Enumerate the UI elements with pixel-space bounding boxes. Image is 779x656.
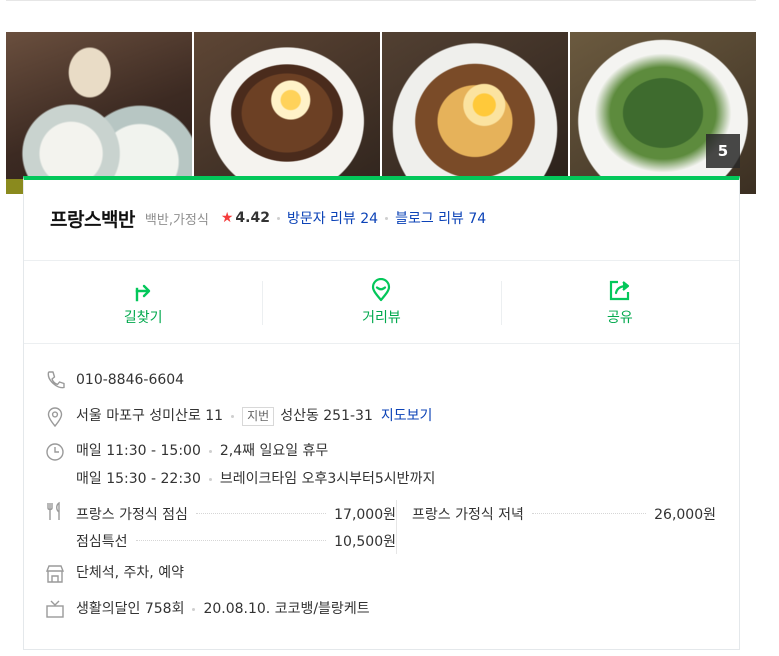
photo-edge-strip bbox=[6, 179, 24, 194]
menu-name: 프랑스 가정식 점심 bbox=[76, 506, 188, 523]
separator-dot bbox=[231, 414, 235, 418]
menu-column: 프랑스 가정식 점심 17,000원 점심특선 10,500원 bbox=[76, 500, 396, 554]
menu-item: 프랑스 가정식 점심 17,000원 bbox=[76, 500, 396, 527]
menu-price: 10,500원 bbox=[334, 533, 396, 550]
share-button[interactable]: 공유 bbox=[500, 261, 739, 343]
menu-price: 17,000원 bbox=[334, 506, 396, 523]
place-name[interactable]: 프랑스백반 bbox=[50, 205, 135, 232]
menu-price: 26,000원 bbox=[654, 506, 716, 523]
amenities-text: 단체석, 주차, 예약 bbox=[76, 565, 184, 581]
menu-row: 프랑스 가정식 점심 17,000원 점심특선 10,500원 프랑스 가정식 … bbox=[44, 500, 724, 563]
amenities-row: 단체석, 주차, 예약 bbox=[44, 563, 724, 599]
hours-row: 매일 11:30 - 15:00 2,4째 일요일 휴무 매일 15:30 - 2… bbox=[44, 441, 724, 504]
star-icon: ★ bbox=[220, 210, 234, 226]
photo-galette-closeup[interactable] bbox=[382, 32, 568, 194]
title-row: 프랑스백반 백반,가정식 ★ 4.42 방문자 리뷰 24 블로그 리뷰 74 bbox=[50, 205, 486, 232]
phone-row: 010-8846-6604 bbox=[44, 370, 724, 406]
place-category: 백반,가정식 bbox=[144, 212, 209, 228]
menu-item: 프랑스 가정식 저녁 26,000원 bbox=[412, 500, 716, 527]
street-view-icon bbox=[372, 277, 391, 301]
tv-row: 생활의달인 758회 20.08.10. 코코뱅/블랑케트 bbox=[44, 599, 724, 629]
hours-line: 매일 11:30 - 15:00 2,4째 일요일 휴무 bbox=[76, 441, 724, 461]
hours-time: 매일 15:30 - 22:30 bbox=[76, 471, 201, 487]
share-icon bbox=[609, 280, 629, 300]
menu-column: 프랑스 가정식 저녁 26,000원 bbox=[396, 500, 716, 554]
phone-number[interactable]: 010-8846-6604 bbox=[76, 370, 724, 390]
street-view-label: 거리뷰 bbox=[362, 309, 401, 326]
visitor-review-link[interactable]: 방문자 리뷰 24 bbox=[287, 208, 378, 228]
address-row: 서울 마포구 성미산로 11 지번 성산동 251-31 지도보기 bbox=[44, 406, 724, 441]
road-address: 서울 마포구 성미산로 11 bbox=[76, 408, 224, 424]
info-section: 010-8846-6604 서울 마포구 성미산로 11 지번 성산동 251-31… bbox=[44, 370, 724, 629]
photo-count-badge[interactable]: 5 bbox=[706, 134, 740, 168]
separator-dot bbox=[385, 216, 389, 220]
separator-dot bbox=[208, 449, 212, 453]
clock-icon bbox=[44, 441, 66, 463]
jibun-address: 성산동 251-31 bbox=[280, 408, 373, 424]
separator-dot bbox=[208, 477, 212, 481]
tv-icon bbox=[44, 599, 66, 621]
menu-item: 점심특선 10,500원 bbox=[76, 527, 396, 554]
share-label: 공유 bbox=[606, 309, 633, 326]
place-card: 프랑스백반 백반,가정식 ★ 4.42 방문자 리뷰 24 블로그 리뷰 74 … bbox=[23, 176, 740, 650]
tv-show[interactable]: 생활의달인 758회 bbox=[76, 601, 184, 617]
photo-salad[interactable] bbox=[6, 32, 192, 194]
separator-dot bbox=[192, 607, 196, 611]
phone-icon bbox=[44, 370, 66, 392]
street-view-button[interactable]: 거리뷰 bbox=[262, 261, 500, 343]
menu-leader bbox=[195, 513, 327, 514]
fork-knife-icon bbox=[44, 500, 66, 522]
menu-leader bbox=[135, 540, 327, 541]
jibun-tag: 지번 bbox=[242, 407, 275, 426]
top-divider bbox=[6, 0, 756, 1]
directions-button[interactable]: 길찾기 bbox=[24, 261, 262, 343]
rating-value: 4.42 bbox=[235, 210, 270, 226]
menu-list: 프랑스 가정식 점심 17,000원 점심특선 10,500원 프랑스 가정식 … bbox=[76, 500, 724, 554]
menu-leader bbox=[531, 513, 647, 514]
menu-name: 점심특선 bbox=[76, 533, 128, 550]
directions-label: 길찾기 bbox=[123, 309, 163, 326]
blog-review-link[interactable]: 블로그 리뷰 74 bbox=[395, 208, 486, 228]
hours-note: 2,4째 일요일 휴무 bbox=[219, 443, 329, 459]
menu-name: 프랑스 가정식 저녁 bbox=[412, 506, 524, 523]
photo-strip[interactable]: 5 bbox=[6, 32, 756, 194]
location-pin-icon bbox=[44, 406, 66, 428]
hours-time: 매일 11:30 - 15:00 bbox=[76, 443, 201, 459]
separator-dot bbox=[276, 216, 280, 220]
hours-line: 매일 15:30 - 22:30 브레이크타임 오후3시부터5시반까지 bbox=[76, 469, 724, 489]
store-icon bbox=[44, 563, 66, 585]
directions-icon bbox=[135, 284, 151, 301]
action-bar: 길찾기 거리뷰 공유 bbox=[24, 260, 739, 344]
map-view-link[interactable]: 지도보기 bbox=[381, 408, 433, 424]
photo-galette[interactable] bbox=[194, 32, 380, 194]
hours-note: 브레이크타임 오후3시부터5시반까지 bbox=[219, 471, 436, 487]
photo-greens[interactable]: 5 bbox=[570, 32, 756, 194]
tv-detail: 20.08.10. 코코뱅/블랑케트 bbox=[203, 601, 370, 617]
